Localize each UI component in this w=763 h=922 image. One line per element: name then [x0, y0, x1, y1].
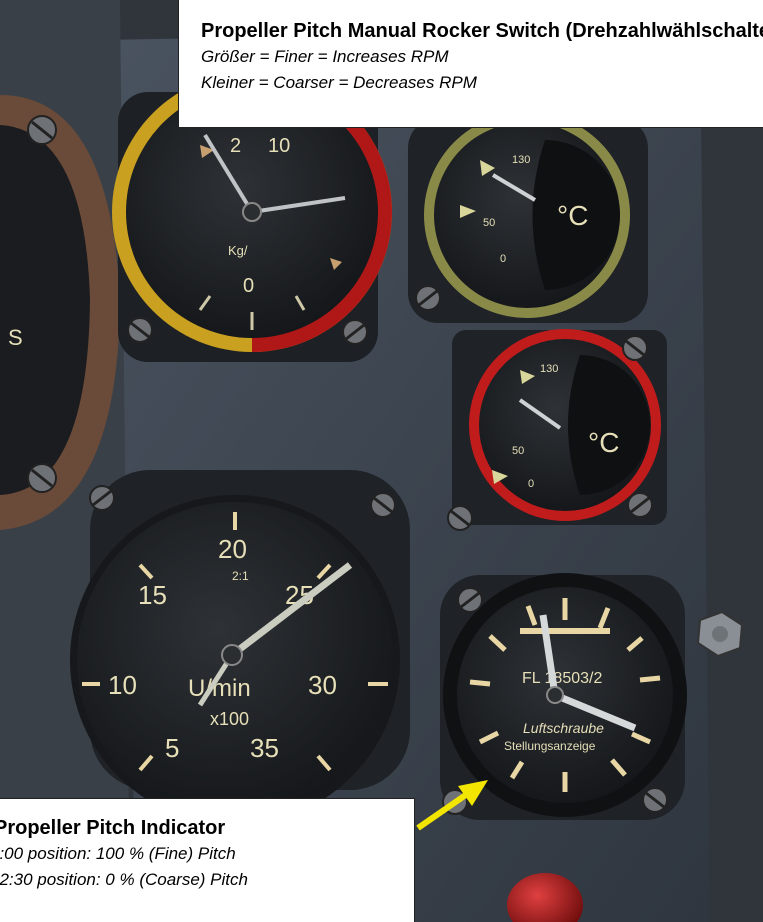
callout-pitch-indicator: Propeller Pitch Indicator 6:00 position:…	[0, 798, 415, 922]
temp-upper-tick-50: 50	[483, 217, 495, 229]
temp-lower-tick-0: 0	[528, 478, 534, 490]
temp-upper-tick-0: 0	[500, 253, 506, 265]
callout-rocker-switch: Propeller Pitch Manual Rocker Switch (Dr…	[178, 0, 763, 128]
pressure-tick-0: 0	[243, 275, 254, 297]
callout-rocker-switch-title: Propeller Pitch Manual Rocker Switch (Dr…	[201, 20, 763, 42]
pitch-label-2: Stellungsanzeige	[504, 739, 596, 753]
pitch-label-1: Luftschraube	[523, 720, 604, 736]
pitch-model-number: FL 18503/2	[522, 670, 602, 687]
temp-gauge-lower: 130 50 0 °C	[447, 329, 667, 531]
temp-lower-tick-50: 50	[512, 445, 524, 457]
pressure-tick-10: 10	[268, 135, 290, 157]
rpm-tick-10: 10	[108, 670, 137, 700]
callout-pitch-indicator-line-1: 6:00 position: 100 % (Fine) Pitch	[0, 844, 236, 863]
temp-upper-tick-130: 130	[512, 154, 530, 166]
rpm-gauge: 20 2:1 15 25 10 30 U/min x100 5 35	[70, 470, 410, 825]
callout-pitch-indicator-line-2: 12:30 position: 0 % (Coarse) Pitch	[0, 870, 248, 889]
temp-lower-tick-130: 130	[540, 363, 558, 375]
pressure-unit: Kg/	[228, 243, 248, 258]
callout-pitch-indicator-title: Propeller Pitch Indicator	[0, 817, 226, 839]
rpm-tick-35: 35	[250, 733, 279, 763]
rpm-tick-5: 5	[165, 733, 179, 763]
cockpit-panel-screenshot: S 2 10 Kg/ 0 130 50 0 °C 130 50 0 °C 20 …	[0, 0, 763, 922]
temp-lower-unit: °C	[588, 427, 619, 458]
rpm-ratio: 2:1	[232, 569, 249, 583]
rpm-tick-30: 30	[308, 670, 337, 700]
rpm-tick-15: 15	[138, 580, 167, 610]
temp-gauge-upper: 130 50 0 °C	[408, 112, 648, 323]
pressure-tick-2: 2	[230, 135, 241, 157]
temp-upper-unit: °C	[557, 200, 588, 231]
rpm-multiplier: x100	[210, 709, 249, 729]
instrument-panel: S 2 10 Kg/ 0 130 50 0 °C 130 50 0 °C 20 …	[0, 0, 763, 922]
svg-text:S: S	[8, 325, 23, 350]
callout-rocker-switch-line-1: Größer = Finer = Increases RPM	[201, 47, 449, 66]
callout-rocker-switch-line-2: Kleiner = Coarser = Decreases RPM	[201, 73, 477, 92]
rpm-tick-20: 20	[218, 534, 247, 564]
